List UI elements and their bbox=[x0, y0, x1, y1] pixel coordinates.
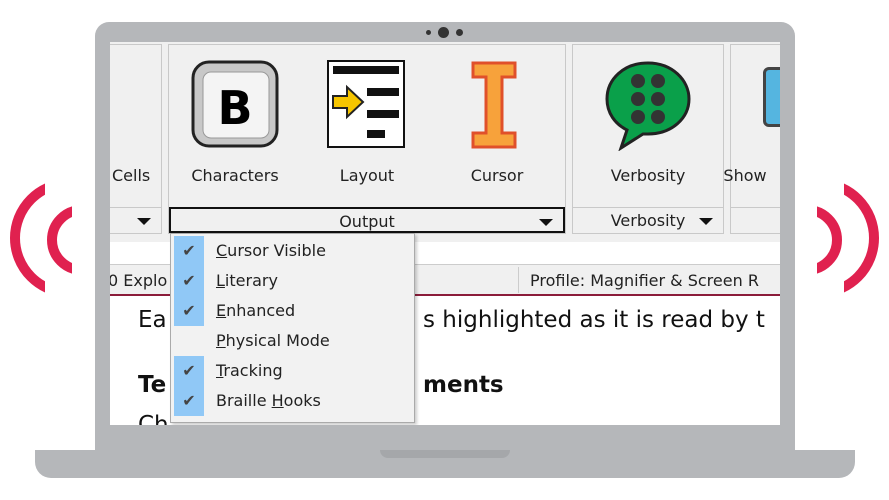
menu-item-label: Cursor Visible bbox=[216, 241, 326, 260]
layout-button[interactable]: Layout bbox=[307, 166, 427, 185]
doc-line-1b: s highlighted as it is read by t bbox=[423, 307, 765, 333]
menu-item-tracking[interactable]: ✔ Tracking bbox=[171, 356, 414, 386]
menu-item-physical-mode[interactable]: Physical Mode bbox=[171, 326, 414, 356]
cursor-i-beam-icon[interactable] bbox=[469, 60, 519, 150]
ribbon-group-partial-left: Cells bbox=[110, 44, 162, 234]
checkmark-icon: ✔ bbox=[174, 266, 204, 296]
sensor-dot bbox=[426, 30, 431, 35]
sensor-dot bbox=[456, 29, 463, 36]
menu-item-cursor-visible[interactable]: ✔ Cursor Visible bbox=[171, 236, 414, 266]
ribbon-group-verbosity: Verbosity Verbosity bbox=[572, 44, 724, 234]
laptop-notch bbox=[380, 450, 510, 458]
status-divider bbox=[518, 267, 519, 293]
camera-icon bbox=[438, 27, 449, 38]
checkmark-icon: ✔ bbox=[174, 356, 204, 386]
menu-item-label: Tracking bbox=[216, 361, 283, 380]
cells-button-label[interactable]: Cells bbox=[112, 166, 150, 185]
profile-status: Profile: Magnifier & Screen R bbox=[530, 271, 759, 290]
screen: Cells B Characters Layout Cursor Output … bbox=[110, 42, 780, 425]
verbosity-group-label: Verbosity bbox=[610, 211, 686, 230]
partial-group-dropdown[interactable] bbox=[110, 207, 161, 233]
menu-item-label: Braille Hooks bbox=[216, 391, 321, 410]
doc-heading-a: Te bbox=[138, 372, 167, 398]
menu-item-label: Literary bbox=[216, 271, 278, 290]
verbosity-group-dropdown[interactable]: Verbosity bbox=[573, 207, 723, 233]
menu-item-braille-hooks[interactable]: ✔ Braille Hooks bbox=[171, 386, 414, 416]
menu-item-literary[interactable]: ✔ Literary bbox=[171, 266, 414, 296]
svg-text:B: B bbox=[217, 81, 252, 135]
cursor-button[interactable]: Cursor bbox=[437, 166, 557, 185]
show-button[interactable]: Show bbox=[685, 166, 780, 185]
chevron-down-icon bbox=[699, 218, 713, 225]
menu-item-enhanced[interactable]: ✔ Enhanced bbox=[171, 296, 414, 326]
status-left: 0 Explo bbox=[110, 271, 168, 290]
output-dropdown-menu: ✔ Cursor Visible ✔ Literary ✔ Enhanced Physica… bbox=[170, 233, 415, 423]
braille-b-icon[interactable]: B bbox=[191, 60, 281, 150]
menu-item-label: Physical Mode bbox=[216, 331, 330, 350]
show-icon[interactable] bbox=[763, 67, 780, 127]
doc-line-1a: Ea bbox=[138, 307, 167, 333]
characters-button[interactable]: Characters bbox=[175, 166, 295, 185]
partial-right-dropdown[interactable] bbox=[731, 207, 780, 233]
ribbon-group-partial-right: Show bbox=[723, 44, 780, 234]
output-group-label: Output bbox=[339, 212, 395, 231]
layout-arrow-icon[interactable] bbox=[327, 60, 405, 150]
output-group-dropdown[interactable]: Output bbox=[169, 207, 565, 233]
menu-item-label: Enhanced bbox=[216, 301, 296, 320]
checkmark-icon: ✔ bbox=[174, 236, 204, 266]
ribbon: Cells B Characters Layout Cursor Output … bbox=[110, 42, 780, 242]
chevron-down-icon bbox=[539, 219, 553, 226]
checkmark-icon: ✔ bbox=[174, 386, 204, 416]
braille-speech-bubble-icon[interactable] bbox=[601, 59, 695, 151]
ribbon-group-output: B Characters Layout Cursor Output bbox=[168, 44, 566, 234]
doc-heading-b: ments bbox=[423, 372, 504, 398]
doc-line-3: Ch bbox=[138, 412, 169, 425]
checkmark-icon: ✔ bbox=[174, 296, 204, 326]
chevron-down-icon bbox=[137, 218, 151, 225]
